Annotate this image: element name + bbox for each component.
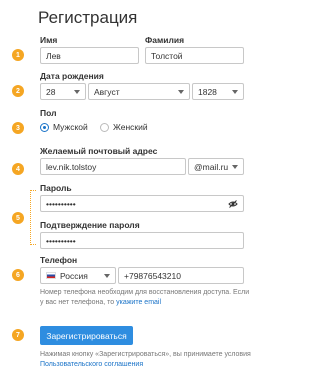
password-confirm-input[interactable]: ••••••••••: [40, 232, 244, 249]
phone-country-value: Россия: [60, 270, 88, 281]
birth-month-value: Август: [94, 86, 120, 97]
birth-month-select[interactable]: Август: [88, 83, 190, 100]
email-domain-select[interactable]: @mail.ru: [188, 158, 244, 175]
gender-female-radio[interactable]: Женский: [100, 122, 148, 132]
last-name-label: Фамилия: [145, 35, 185, 45]
password-confirm-label: Подтверждение пароля: [40, 220, 140, 230]
first-name-label: Имя: [40, 35, 58, 45]
last-name-input[interactable]: Толстой: [145, 47, 244, 64]
radio-unchecked-icon: [100, 122, 109, 132]
phone-label: Телефон: [40, 255, 78, 265]
password-input[interactable]: ••••••••••: [40, 195, 244, 212]
step-marker-7: 7: [12, 329, 24, 341]
gender-female-label: Женский: [113, 122, 148, 132]
gender-label: Пол: [40, 108, 57, 118]
last-name-value: Толстой: [151, 50, 183, 61]
password-value: ••••••••••: [46, 198, 76, 209]
eye-off-icon[interactable]: [228, 199, 238, 209]
password-group-bracket: [30, 190, 36, 245]
phone-country-select[interactable]: Россия: [40, 267, 116, 284]
russia-flag-icon: [46, 272, 56, 279]
birth-day-value: 28: [46, 86, 56, 97]
step-marker-2: 2: [12, 85, 24, 97]
phone-value: +79876543210: [124, 270, 181, 281]
password-confirm-value: ••••••••••: [46, 235, 76, 246]
birth-date-label: Дата рождения: [40, 71, 104, 81]
radio-checked-icon: [40, 122, 49, 132]
terms-link[interactable]: Пользовательского соглашения: [40, 361, 143, 368]
birth-year-select[interactable]: 1828: [192, 83, 244, 100]
gender-male-radio[interactable]: Мужской: [40, 122, 88, 132]
first-name-value: Лев: [46, 50, 61, 61]
phone-hint: Номер телефона необходим для восстановле…: [40, 288, 250, 308]
page-title: Регистрация: [38, 8, 138, 27]
password-label: Пароль: [40, 183, 72, 193]
terms-text: Нажимая кнопку «Зарегистрироваться», вы …: [40, 351, 251, 358]
birth-year-value: 1828: [198, 86, 217, 97]
step-marker-1: 1: [12, 49, 24, 61]
phone-input[interactable]: +79876543210: [118, 267, 244, 284]
use-email-link[interactable]: укажите email: [116, 299, 161, 306]
email-value: lev.nik.tolstoy: [46, 161, 97, 172]
step-marker-5: 5: [12, 212, 24, 224]
birth-day-select[interactable]: 28: [40, 83, 86, 100]
email-domain-value: @mail.ru: [194, 161, 229, 172]
register-button[interactable]: Зарегистрироваться: [40, 326, 133, 345]
step-marker-3: 3: [12, 122, 24, 134]
email-label: Желаемый почтовый адрес: [40, 146, 158, 156]
step-marker-4: 4: [12, 163, 24, 175]
gender-male-label: Мужской: [53, 122, 88, 132]
email-input[interactable]: lev.nik.tolstoy: [40, 158, 186, 175]
first-name-input[interactable]: Лев: [40, 47, 139, 64]
terms-notice: Нажимая кнопку «Зарегистрироваться», вы …: [40, 350, 252, 370]
step-marker-6: 6: [12, 269, 24, 281]
